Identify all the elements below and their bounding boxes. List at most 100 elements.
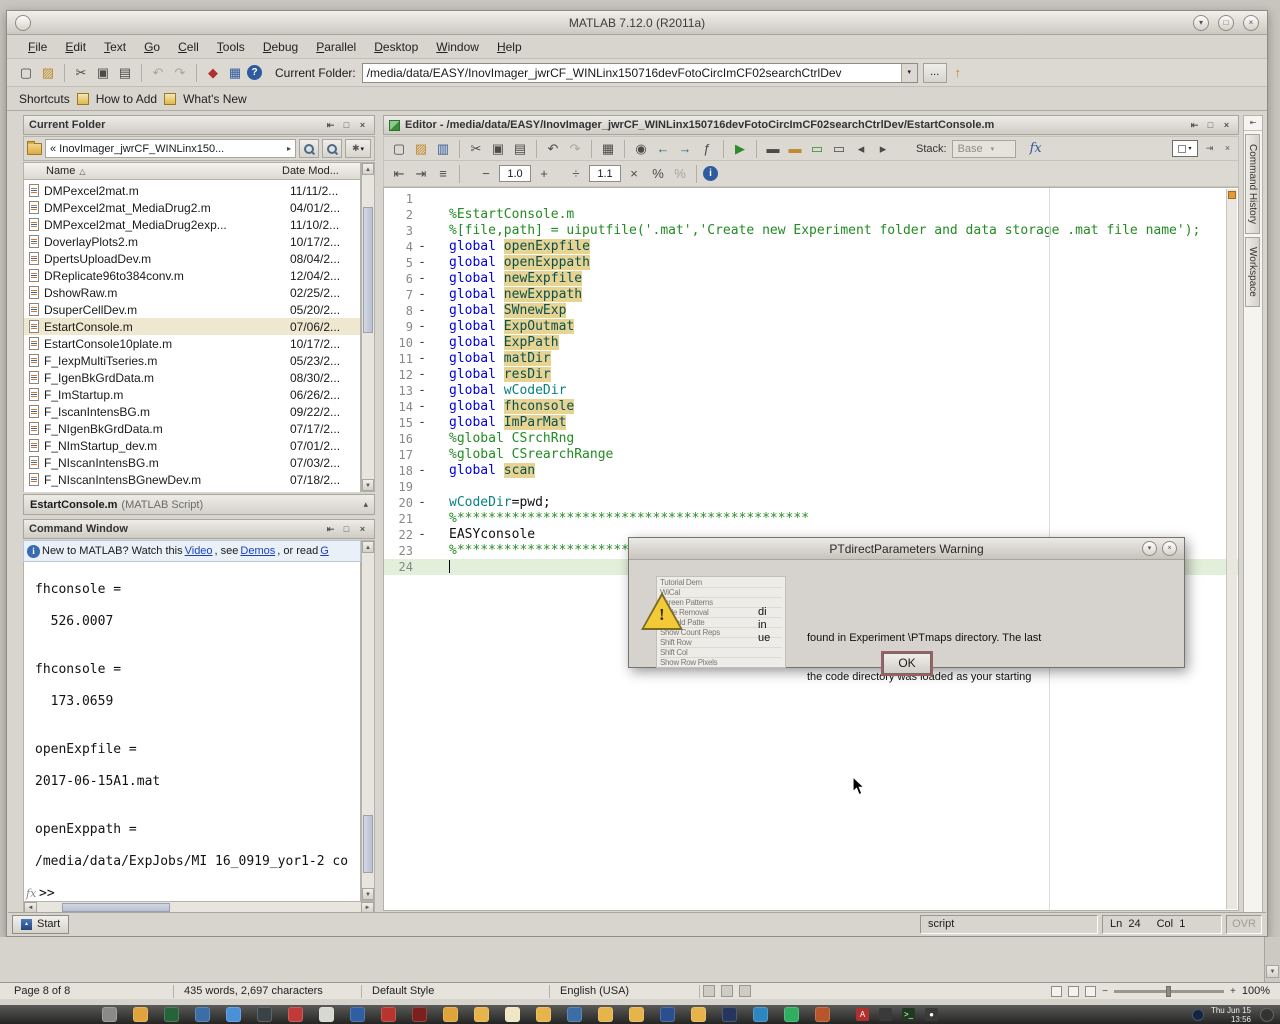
taskbar-app-icon[interactable] (350, 1007, 365, 1022)
back-icon[interactable]: ← (653, 139, 673, 159)
scroll-down-icon[interactable]: ▼ (362, 479, 374, 491)
increase-font-icon[interactable]: + (534, 164, 554, 184)
decrease-font-icon[interactable]: − (476, 164, 496, 184)
cell-title-icon[interactable]: ▬ (785, 139, 805, 159)
file-row[interactable]: DReplicate96to384conv.m12/04/2... (24, 267, 360, 284)
command-window-header[interactable]: Command Window ⇤□× (23, 519, 375, 539)
insert-cell-icon[interactable]: ▬ (763, 139, 783, 159)
window-menu-button[interactable] (15, 15, 31, 31)
code-line[interactable]: 14-global fhconsole (384, 399, 1238, 415)
breakpoint-column[interactable] (416, 207, 428, 223)
code-line[interactable]: 3 %[file,path] = uiputfile('.mat','Creat… (384, 223, 1238, 239)
breakpoint-column[interactable] (416, 559, 428, 575)
open-file-icon[interactable]: ▨ (38, 63, 58, 83)
breakpoint-column[interactable]: - (416, 367, 428, 383)
close-icon[interactable]: × (1220, 119, 1233, 132)
file-row[interactable]: F_NIscanIntensBG.m07/03/2... (24, 454, 360, 471)
tab-command-history[interactable]: Command History (1245, 134, 1260, 234)
window-titlebar[interactable]: MATLAB 7.12.0 (R2011a) ▾ □ × (7, 11, 1267, 35)
uncomment-icon[interactable]: % (670, 164, 690, 184)
breakpoint-column[interactable]: - (416, 463, 428, 479)
find-icon[interactable]: ◉ (631, 139, 651, 159)
menu-tools[interactable]: Tools (208, 37, 254, 57)
code-line[interactable]: 6-global newExpfile (384, 271, 1238, 287)
taskbar-app-icon[interactable] (319, 1007, 334, 1022)
code-line[interactable]: 19 (384, 479, 1238, 495)
taskbar-app-icon[interactable] (195, 1007, 210, 1022)
menu-desktop[interactable]: Desktop (365, 37, 427, 57)
font-size-value[interactable]: 1.0 (499, 165, 531, 182)
file-row[interactable]: F_NIscanIntensBGnewDev.m07/18/2... (24, 471, 360, 488)
language-indicator[interactable]: English (USA) (550, 985, 700, 998)
taskbar-app-icon[interactable] (102, 1007, 117, 1022)
file-row[interactable]: F_NImStartup_dev.m07/01/2... (24, 437, 360, 454)
menu-cell[interactable]: Cell (169, 37, 208, 57)
menu-parallel[interactable]: Parallel (307, 37, 365, 57)
current-folder-header[interactable]: Current Folder ⇤□× (23, 115, 375, 135)
code-line[interactable]: 17 %global CSrearchRange (384, 447, 1238, 463)
scroll-down-icon[interactable]: ▼ (1266, 965, 1279, 978)
eval-cell-advance-icon[interactable]: ▭ (829, 139, 849, 159)
taskbar-app-icon[interactable] (412, 1007, 427, 1022)
taskbar-app-icon[interactable] (505, 1007, 520, 1022)
taskbar-app-icon[interactable] (257, 1007, 272, 1022)
file-row[interactable]: F_IexpMultiTseries.m05/23/2... (24, 352, 360, 369)
increase-indent-icon[interactable]: ⇥ (411, 164, 431, 184)
file-row[interactable]: DoverlayPlots2.m10/17/2... (24, 233, 360, 250)
save-icon[interactable]: ▥ (433, 139, 453, 159)
file-row[interactable]: DpertsUploadDev.m08/04/2... (24, 250, 360, 267)
help-icon[interactable]: ? (247, 65, 262, 80)
dialog-close-button[interactable]: × (1162, 541, 1177, 556)
file-row[interactable]: DMPexcel2mat.m11/11/2... (24, 182, 360, 199)
multiply-icon[interactable]: × (624, 164, 644, 184)
how-to-add-link[interactable]: How to Add (96, 92, 157, 106)
code-line[interactable]: 1 (384, 191, 1238, 207)
cut-icon[interactable]: ✂ (466, 139, 486, 159)
getting-started-link[interactable]: G (320, 545, 329, 557)
undo-icon[interactable]: ↶ (543, 139, 563, 159)
undock-icon[interactable]: ⇤ (324, 119, 337, 132)
cut-icon[interactable]: ✂ (71, 63, 91, 83)
file-row[interactable]: EstartConsole.m07/06/2... (24, 318, 360, 335)
taskbar-app-icon[interactable] (629, 1007, 644, 1022)
collapse-icon[interactable]: ▴ (363, 499, 368, 510)
eval-cell-icon[interactable]: ▭ (807, 139, 827, 159)
breadcrumb-expand-icon[interactable]: ▸ (287, 144, 291, 153)
code-line[interactable]: 20-wCodeDir=pwd; (384, 495, 1238, 511)
filter-button[interactable] (322, 139, 342, 158)
file-row[interactable]: F_IgenBkGrdData.m08/30/2... (24, 369, 360, 386)
tray-icon[interactable]: >_ (902, 1008, 915, 1021)
ok-button[interactable]: OK (883, 653, 931, 674)
start-button[interactable]: ▴ Start (12, 915, 69, 934)
next-cell-icon[interactable]: ▸ (873, 139, 893, 159)
taskbar-app-icon[interactable] (226, 1007, 241, 1022)
folder-dropdown-icon[interactable]: ▾ (901, 64, 917, 82)
single-page-view-icon[interactable] (1051, 986, 1062, 997)
maximize-icon[interactable]: □ (340, 119, 353, 132)
page-indicator[interactable]: Page 8 of 8 (4, 985, 174, 998)
up-folder-icon[interactable]: ↑ (948, 63, 968, 83)
close-icon[interactable]: × (356, 119, 369, 132)
breakpoint-column[interactable] (416, 447, 428, 463)
breakpoint-column[interactable]: - (416, 383, 428, 399)
taskbar-app-icon[interactable] (567, 1007, 582, 1022)
open-icon[interactable]: ▨ (411, 139, 431, 159)
taskbar-app-icon[interactable] (722, 1007, 737, 1022)
tab-workspace[interactable]: Workspace (1245, 237, 1260, 307)
shade-button[interactable]: ▾ (1193, 15, 1209, 31)
maximize-icon[interactable]: □ (1204, 119, 1217, 132)
scroll-up-icon[interactable]: ▲ (362, 163, 374, 175)
taskbar-app-icon[interactable] (691, 1007, 706, 1022)
breakpoint-column[interactable] (416, 223, 428, 239)
undock-icon[interactable]: ⇤ (324, 523, 337, 536)
file-row[interactable]: EstartConsole10plate.m10/17/2... (24, 335, 360, 352)
video-link[interactable]: Video (185, 545, 213, 557)
breakpoint-column[interactable]: - (416, 303, 428, 319)
code-line[interactable]: 7-global newExppath (384, 287, 1238, 303)
decrease-indent-icon[interactable]: ⇤ (389, 164, 409, 184)
taskbar-app-icon[interactable] (164, 1007, 179, 1022)
file-row[interactable]: DMPexcel2mat_MediaDrug2exp...11/10/2... (24, 216, 360, 233)
file-list-scrollbar[interactable]: ▲ ▼ (361, 162, 375, 492)
maximize-icon[interactable]: □ (340, 523, 353, 536)
undock-icon[interactable]: ⇤ (1188, 119, 1201, 132)
